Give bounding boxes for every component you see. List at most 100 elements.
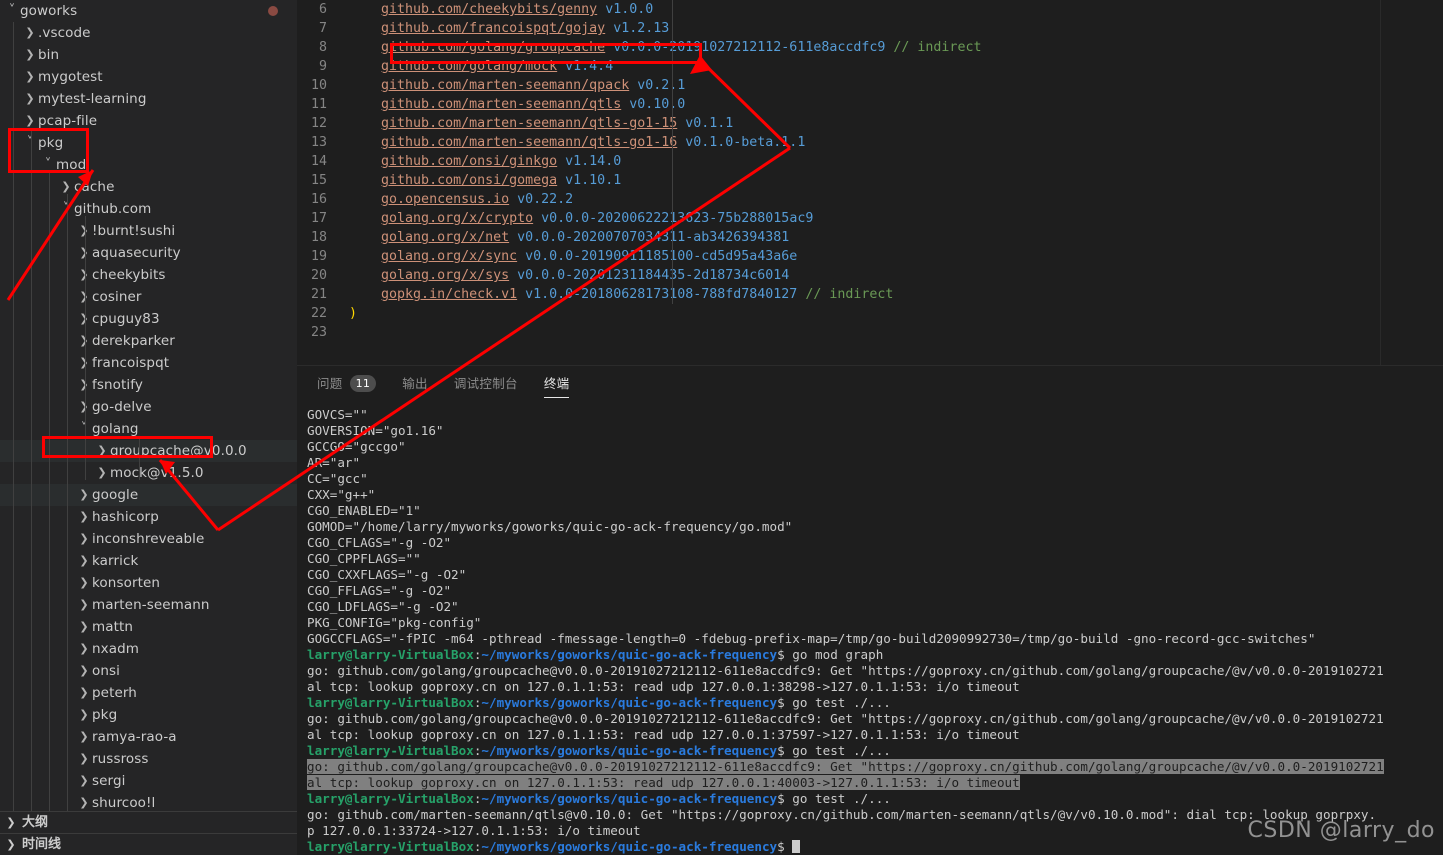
chevron-right-icon[interactable]: ❯ bbox=[76, 616, 92, 638]
tree-item-sergi[interactable]: ❯ sergi bbox=[0, 770, 297, 792]
sidebar-section-timeline[interactable]: ❯ 时间线 bbox=[0, 833, 297, 855]
tree-item-peterh[interactable]: ❯ peterh bbox=[0, 682, 297, 704]
chevron-right-icon[interactable]: ❯ bbox=[76, 374, 92, 396]
tree-item-mod[interactable]: ˅ mod bbox=[0, 154, 297, 176]
tree-item-cpuguy83[interactable]: ❯ cpuguy83 bbox=[0, 308, 297, 330]
chevron-right-icon[interactable]: ❯ bbox=[76, 484, 92, 506]
chevron-right-icon[interactable]: ❯ bbox=[76, 792, 92, 811]
chevron-right-icon[interactable]: ❯ bbox=[58, 176, 74, 198]
tree-item-pkg[interactable]: ˅ pkg bbox=[0, 132, 297, 154]
tree-item-hashicorp[interactable]: ❯ hashicorp bbox=[0, 506, 297, 528]
chevron-right-icon[interactable]: ❯ bbox=[94, 462, 110, 484]
tree-item-inconshreveable[interactable]: ❯ inconshreveable bbox=[0, 528, 297, 550]
tree-item-groupcache-v0-0-0[interactable]: ❯ groupcache@v0.0.0 bbox=[0, 440, 297, 462]
tree-item-pcap-file[interactable]: ❯ pcap-file bbox=[0, 110, 297, 132]
chevron-right-icon[interactable]: ❯ bbox=[76, 770, 92, 792]
code-editor[interactable]: 6 github.com/cheekybits/genny v1.0.0 7 gi… bbox=[297, 0, 1443, 365]
tree-item-shurcoo-l[interactable]: ❯ shurcoo!l bbox=[0, 792, 297, 811]
code-line[interactable]: 19 golang.org/x/sync v0.0.0-201909111851… bbox=[297, 247, 1443, 266]
code-line[interactable]: 7 github.com/francoispqt/gojay v1.2.13 bbox=[297, 19, 1443, 38]
code-line[interactable]: 22) bbox=[297, 304, 1443, 323]
tree-item-github-com[interactable]: ˅ github.com bbox=[0, 198, 297, 220]
code-line[interactable]: 10 github.com/marten-seemann/qpack v0.2.… bbox=[297, 76, 1443, 95]
tree-item-google[interactable]: ❯ google bbox=[0, 484, 297, 506]
chevron-right-icon[interactable]: ❯ bbox=[76, 594, 92, 616]
tree-item-mytest-learning[interactable]: ❯ mytest-learning bbox=[0, 88, 297, 110]
tree-item--burnt-sushi[interactable]: ❯ !burnt!sushi bbox=[0, 220, 297, 242]
chevron-right-icon[interactable]: ❯ bbox=[76, 682, 92, 704]
chevron-right-icon[interactable]: ❯ bbox=[76, 352, 92, 374]
code-line[interactable]: 6 github.com/cheekybits/genny v1.0.0 bbox=[297, 0, 1443, 19]
chevron-right-icon[interactable]: ❯ bbox=[76, 308, 92, 330]
panel-tab-3[interactable]: 终端 bbox=[543, 366, 570, 401]
tree-item-konsorten[interactable]: ❯ konsorten bbox=[0, 572, 297, 594]
chevron-right-icon[interactable]: ❯ bbox=[76, 220, 92, 242]
tree-item-onsi[interactable]: ❯ onsi bbox=[0, 660, 297, 682]
chevron-right-icon[interactable]: ❯ bbox=[76, 550, 92, 572]
tree-item-francoispqt[interactable]: ❯ francoispqt bbox=[0, 352, 297, 374]
tree-item-mattn[interactable]: ❯ mattn bbox=[0, 616, 297, 638]
tree-item-goworks[interactable]: ˅ goworks bbox=[0, 0, 297, 22]
code-line[interactable]: 14 github.com/onsi/ginkgo v1.14.0 bbox=[297, 152, 1443, 171]
chevron-right-icon[interactable]: ❯ bbox=[22, 44, 38, 66]
chevron-down-icon[interactable]: ˅ bbox=[4, 4, 20, 17]
chevron-right-icon[interactable]: ❯ bbox=[22, 66, 38, 88]
chevron-right-icon[interactable]: ❯ bbox=[22, 110, 38, 132]
chevron-down-icon[interactable]: ˅ bbox=[22, 136, 38, 149]
chevron-down-icon[interactable]: ˅ bbox=[76, 422, 92, 435]
tree-item-russross[interactable]: ❯ russross bbox=[0, 748, 297, 770]
code-line[interactable]: 16 go.opencensus.io v0.22.2 bbox=[297, 190, 1443, 209]
chevron-down-icon[interactable]: ˅ bbox=[40, 158, 56, 171]
code-line[interactable]: 13 github.com/marten-seemann/qtls-go1-16… bbox=[297, 133, 1443, 152]
code-line[interactable]: 8 github.com/golang/groupcache v0.0.0-20… bbox=[297, 38, 1443, 57]
tree-item-derekparker[interactable]: ❯ derekparker bbox=[0, 330, 297, 352]
tree-item-cheekybits[interactable]: ❯ cheekybits bbox=[0, 264, 297, 286]
chevron-right-icon[interactable]: ❯ bbox=[76, 242, 92, 264]
chevron-down-icon[interactable]: ˅ bbox=[58, 202, 74, 215]
chevron-right-icon[interactable]: ❯ bbox=[76, 528, 92, 550]
code-line[interactable]: 18 golang.org/x/net v0.0.0-2020070703431… bbox=[297, 228, 1443, 247]
code-line[interactable]: 15 github.com/onsi/gomega v1.10.1 bbox=[297, 171, 1443, 190]
chevron-right-icon[interactable]: ❯ bbox=[76, 638, 92, 660]
code-line[interactable]: 21 gopkg.in/check.v1 v1.0.0-201806281731… bbox=[297, 285, 1443, 304]
chevron-right-icon[interactable]: ❯ bbox=[76, 572, 92, 594]
chevron-right-icon[interactable]: ❯ bbox=[22, 22, 38, 44]
tree-item-fsnotify[interactable]: ❯ fsnotify bbox=[0, 374, 297, 396]
chevron-right-icon[interactable]: ❯ bbox=[76, 660, 92, 682]
tree-item-nxadm[interactable]: ❯ nxadm bbox=[0, 638, 297, 660]
panel-tab-1[interactable]: 输出 bbox=[402, 366, 428, 401]
chevron-right-icon[interactable]: ❯ bbox=[76, 286, 92, 308]
tree-item-aquasecurity[interactable]: ❯ aquasecurity bbox=[0, 242, 297, 264]
code-line[interactable]: 23 bbox=[297, 323, 1443, 342]
tree-item-golang[interactable]: ˅ golang bbox=[0, 418, 297, 440]
sidebar-section-outline[interactable]: ❯ 大纲 bbox=[0, 811, 297, 833]
chevron-right-icon[interactable]: ❯ bbox=[22, 88, 38, 110]
tree-item-bin[interactable]: ❯ bin bbox=[0, 44, 297, 66]
tree-item-mock-v1-5-0[interactable]: ❯ mock@v1.5.0 bbox=[0, 462, 297, 484]
panel-tab-bar[interactable]: 问题 11 输出 调试控制台 终端 bbox=[297, 365, 1443, 400]
chevron-right-icon[interactable]: ❯ bbox=[94, 440, 110, 462]
tree-item-go-delve[interactable]: ❯ go-delve bbox=[0, 396, 297, 418]
tree-item-cache[interactable]: ❯ cache bbox=[0, 176, 297, 198]
tree-item-karrick[interactable]: ❯ karrick bbox=[0, 550, 297, 572]
chevron-right-icon[interactable]: ❯ bbox=[76, 506, 92, 528]
chevron-right-icon[interactable]: ❯ bbox=[76, 264, 92, 286]
tree-item-pkg[interactable]: ❯ pkg bbox=[0, 704, 297, 726]
tree-item-cosiner[interactable]: ❯ cosiner bbox=[0, 286, 297, 308]
panel-tab-0[interactable]: 问题 11 bbox=[317, 366, 377, 401]
chevron-right-icon[interactable]: ❯ bbox=[76, 704, 92, 726]
chevron-right-icon[interactable]: ❯ bbox=[76, 396, 92, 418]
editor-scrollbar[interactable] bbox=[1380, 0, 1381, 365]
chevron-right-icon[interactable]: ❯ bbox=[76, 726, 92, 748]
code-line[interactable]: 11 github.com/marten-seemann/qtls v0.10.… bbox=[297, 95, 1443, 114]
code-line[interactable]: 9 github.com/golang/mock v1.4.4 bbox=[297, 57, 1443, 76]
file-tree[interactable]: ˅ goworks ❯ .vscode ❯ bin ❯ mygotest ❯ mytest-lea… bbox=[0, 0, 297, 811]
code-line[interactable]: 12 github.com/marten-seemann/qtls-go1-15… bbox=[297, 114, 1443, 133]
tree-item-marten-seemann[interactable]: ❯ marten-seemann bbox=[0, 594, 297, 616]
tree-item-ramya-rao-a[interactable]: ❯ ramya-rao-a bbox=[0, 726, 297, 748]
tree-item--vscode[interactable]: ❯ .vscode bbox=[0, 22, 297, 44]
panel-tab-2[interactable]: 调试控制台 bbox=[454, 366, 518, 401]
terminal-output[interactable]: GOVCS="" GOVERSION="go1.16" GCCGO="gccgo" A… bbox=[297, 400, 1443, 855]
chevron-right-icon[interactable]: ❯ bbox=[76, 330, 92, 352]
code-line[interactable]: 20 golang.org/x/sys v0.0.0-2020123118443… bbox=[297, 266, 1443, 285]
